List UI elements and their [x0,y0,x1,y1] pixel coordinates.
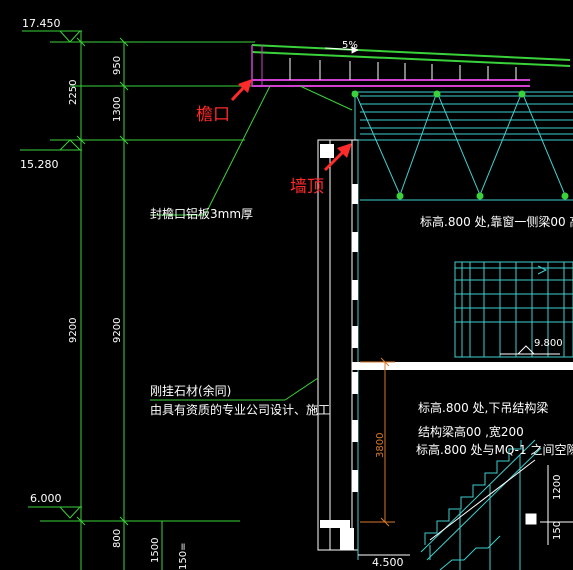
dim-1200: 1200 [552,475,563,500]
level-9800-label: 9.800 [534,338,563,349]
callout-eave: 檐口 [196,105,230,125]
cad-drawing-canvas[interactable]: 17.450 15.280 6.000 950 2250 1300 9200 9… [0,0,573,570]
section-drawing: 17.450 15.280 6.000 950 2250 1300 9200 9… [20,17,573,570]
dim-9200-outer: 9200 [68,318,79,343]
level-17450-label: 17.450 [22,17,61,30]
leader-lines [150,85,353,401]
dim-2250: 2250 [68,80,79,105]
level-4500-label: 4.500 [372,556,404,569]
dim-1300: 1300 [112,97,123,122]
level-15280-label: 15.280 [20,158,59,171]
truss-nodes [351,90,569,200]
note-r3: 结构梁高00 ,宽200 [418,424,524,439]
slope-label: 5% [342,40,358,51]
level-marker-17450 [22,30,255,43]
dim-150: 150 [552,521,563,540]
level-marker-6000 [28,506,240,522]
note-stone-2: 由具有资质的专业公司设计、施工 [150,402,330,417]
note-alu-panel: 封檐口铝板3mm厚 [150,206,253,221]
note-r4: 标高.800 处与MQ-1 之间空隙 [416,442,573,457]
dim-950: 950 [112,56,123,75]
dim-3800: 3800 [375,433,386,458]
roof-slab [251,44,571,87]
staircase [420,439,542,570]
dim-9200-inner: 9200 [112,318,123,343]
dim-1500: 1500 [150,538,161,563]
callout-wall-top: 墙顶 [290,177,324,197]
note-r2: 标高.800 处,下吊结构梁 [418,400,548,415]
level-marker-15280 [20,139,245,151]
dim-150-eq: 150= [178,543,189,570]
canopy-truss [352,90,573,201]
dim-800: 800 [112,529,123,548]
level-6000-label: 6.000 [30,492,62,505]
note-stone-1: 刚挂石材(余同) [150,383,231,398]
note-r1: 标高.800 处,靠窗一侧梁00 高 [420,214,573,229]
